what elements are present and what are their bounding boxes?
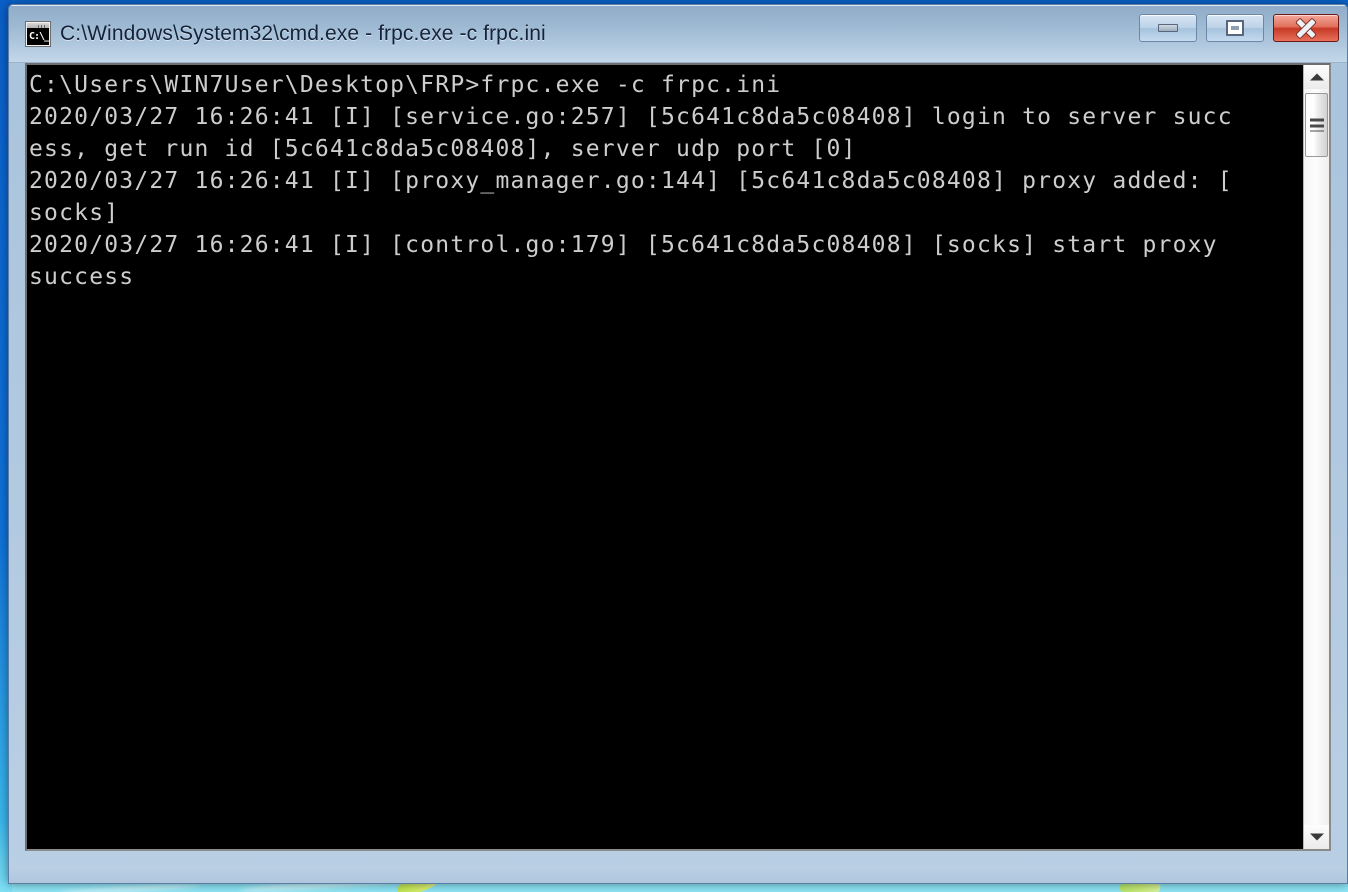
window-client-area: C:\Users\WIN7User\Desktop\FRP>frpc.exe -… [9,63,1347,869]
console-scrollbar[interactable] [1303,65,1329,849]
console-output[interactable]: C:\Users\WIN7User\Desktop\FRP>frpc.exe -… [27,65,1303,849]
desktop-background: C:\_ C:\Windows\System32\cmd.exe - frpc.… [0,0,1348,892]
chevron-down-icon [1310,834,1324,841]
console-frame: C:\Users\WIN7User\Desktop\FRP>frpc.exe -… [25,63,1331,851]
cmd-window: C:\_ C:\Windows\System32\cmd.exe - frpc.… [8,4,1348,884]
console-line: 2020/03/27 16:26:41 [I] [proxy_manager.g… [29,165,1303,197]
window-bottom-strip [9,869,1347,883]
close-button[interactable] [1273,14,1339,42]
cmd-console-icon: C:\_ [25,21,51,47]
icon-screen-text: C:\_ [27,28,49,45]
window-title-bar[interactable]: C:\_ C:\Windows\System32\cmd.exe - frpc.… [9,5,1347,63]
console-line: 2020/03/27 16:26:41 [I] [control.go:179]… [29,229,1303,261]
scroll-down-arrow-button[interactable] [1304,825,1329,849]
grip-icon [1310,119,1324,132]
minimize-icon [1158,24,1178,32]
minimize-button[interactable] [1139,14,1197,42]
console-line: success [29,261,1303,293]
maximize-button[interactable] [1206,14,1264,42]
scrollbar-track[interactable] [1304,89,1329,825]
scrollbar-thumb[interactable] [1305,93,1328,157]
console-line: socks] [29,197,1303,229]
window-controls [1139,14,1339,42]
maximize-icon [1226,20,1244,36]
chevron-up-icon [1310,74,1324,81]
console-line: 2020/03/27 16:26:41 [I] [service.go:257]… [29,101,1303,133]
console-line: ess, get run id [5c641c8da5c08408], serv… [29,133,1303,165]
console-line: C:\Users\WIN7User\Desktop\FRP>frpc.exe -… [29,69,1303,101]
scroll-up-arrow-button[interactable] [1304,65,1329,89]
window-title-text: C:\Windows\System32\cmd.exe - frpc.exe -… [60,22,546,46]
close-icon [1295,17,1317,39]
